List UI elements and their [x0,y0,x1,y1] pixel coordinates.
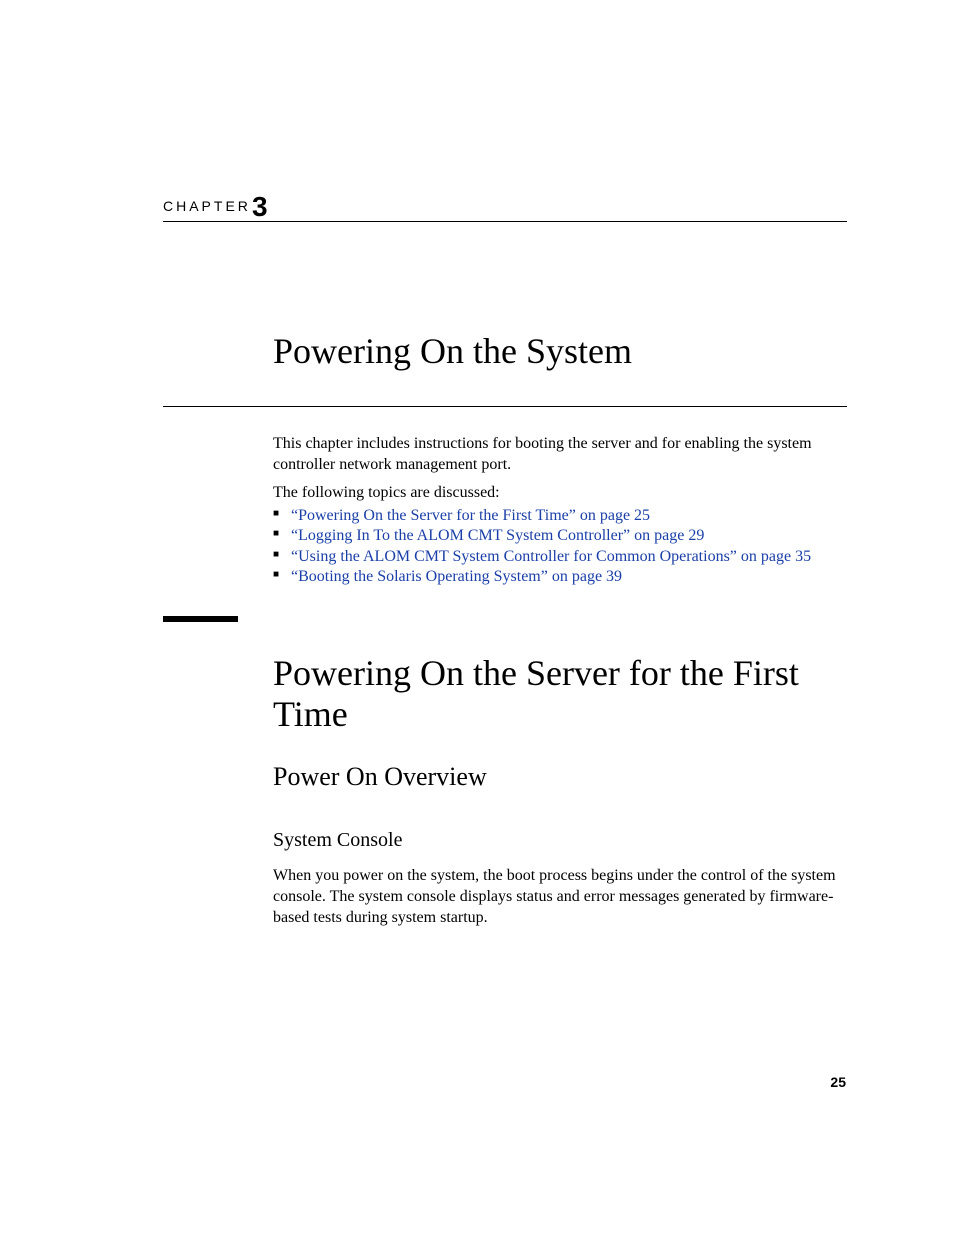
subsection-title: Power On Overview [273,762,853,792]
intro-paragraph-1: This chapter includes instructions for b… [273,434,853,476]
toc-item: “Powering On the Server for the First Ti… [273,506,853,526]
subsubsection-title: System Console [273,829,853,852]
document-page: CHAPTER 3 Powering On the System This ch… [0,0,954,1235]
chapter-title: Powering On the System [273,330,632,372]
toc-item: “Booting the Solaris Operating System” o… [273,567,853,587]
intro-paragraph-2: The following topics are discussed: [273,483,853,504]
section-title: Powering On the Server for the First Tim… [273,653,853,736]
toc-link-booting-solaris[interactable]: “Booting the Solaris Operating System” o… [291,568,622,585]
chapter-label: CHAPTER [163,198,251,214]
title-rule [163,406,847,407]
toc-item: “Logging In To the ALOM CMT System Contr… [273,526,853,546]
section-marker [163,616,238,622]
toc-link-powering-on[interactable]: “Powering On the Server for the First Ti… [291,507,650,524]
chapter-rule [163,221,847,222]
body-paragraph: When you power on the system, the boot p… [273,866,853,928]
chapter-number: 3 [252,191,268,223]
page-number: 25 [830,1074,846,1090]
toc-item: “Using the ALOM CMT System Controller fo… [273,547,853,567]
toc-link-logging-in[interactable]: “Logging In To the ALOM CMT System Contr… [291,527,704,544]
toc-link-using-alom[interactable]: “Using the ALOM CMT System Controller fo… [291,548,811,565]
toc-list: “Powering On the Server for the First Ti… [273,506,853,588]
